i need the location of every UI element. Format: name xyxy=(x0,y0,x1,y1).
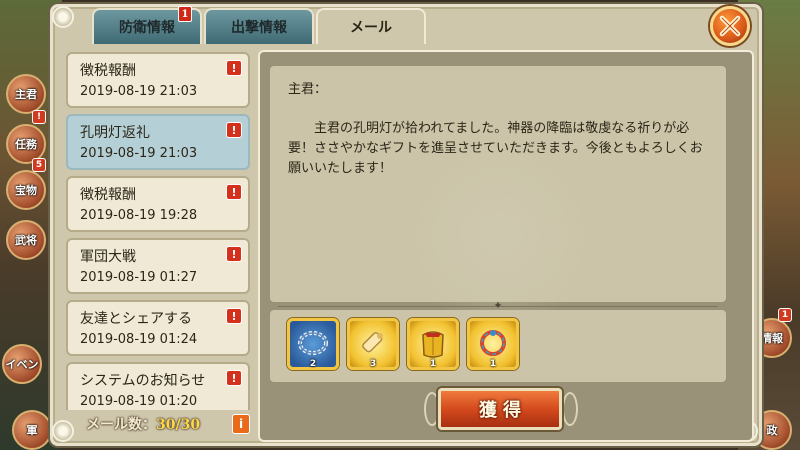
mail-date: 2019-08-19 21:03 xyxy=(80,84,198,99)
chain-ring-icon xyxy=(294,325,332,361)
mail-title: 軍団大戦 xyxy=(80,249,136,265)
unread-icon: ! xyxy=(226,370,242,386)
claim-button-ornament xyxy=(562,392,578,426)
list-item[interactable]: 孔明灯返礼 2019-08-19 21:03 ! xyxy=(66,114,250,170)
letter-salutation: 主君： xyxy=(288,82,328,97)
mail-date: 2019-08-19 01:20 xyxy=(80,394,198,409)
frame-corner-ornament xyxy=(52,420,74,442)
list-item[interactable]: 徴税報酬 2019-08-19 21:03 ! xyxy=(66,52,250,108)
frame-corner-ornament xyxy=(52,6,74,28)
tab-defense-info[interactable]: 防衛情報 1 xyxy=(92,6,202,44)
mail-title: 徴税報酬 xyxy=(80,187,136,203)
reward-quantity: 3 xyxy=(369,359,377,369)
list-item[interactable]: 軍団大戦 2019-08-19 01:27 ! xyxy=(66,238,250,294)
scroll-icon xyxy=(354,325,392,361)
side-button-event[interactable]: イベン xyxy=(2,344,42,384)
side-badge-info: 1 xyxy=(778,308,792,322)
mail-title: システムのお知らせ xyxy=(80,373,206,389)
mail-title: 徴税報酬 xyxy=(80,63,136,79)
reward-quantity: 1 xyxy=(429,359,437,369)
reward-quantity: 2 xyxy=(309,359,317,369)
side-button-general[interactable]: 武将 xyxy=(6,220,46,260)
letter-body: 主君： 主君の孔明灯が拾われてました。神器の降臨は敬虔なる祈りが必要！ささやかな… xyxy=(270,66,726,302)
mail-count: メール数：30/30 xyxy=(86,414,200,434)
unread-icon: ! xyxy=(226,184,242,200)
unread-icon: ! xyxy=(226,308,242,324)
mail-count-value: 30/30 xyxy=(156,417,201,433)
unread-icon: ! xyxy=(226,246,242,262)
side-badge-quest: ! xyxy=(32,110,46,124)
mail-title: 孔明灯返礼 xyxy=(80,125,150,141)
unread-icon: ! xyxy=(226,60,242,76)
info-button[interactable]: i xyxy=(232,414,250,434)
claim-button[interactable]: 獲得 xyxy=(438,388,562,430)
tab-sortie-info[interactable]: 出撃情報 xyxy=(204,8,314,44)
reward-item[interactable]: 1 xyxy=(407,318,459,370)
unread-icon: ! xyxy=(226,122,242,138)
mail-count-label: メール数： xyxy=(86,417,156,433)
mail-date: 2019-08-19 19:28 xyxy=(80,208,198,223)
side-button-treasure[interactable]: 宝物 xyxy=(6,170,46,210)
golden-armor-icon xyxy=(414,325,452,361)
reward-item[interactable]: 1 xyxy=(467,318,519,370)
list-item[interactable]: 徴税報酬 2019-08-19 19:28 ! xyxy=(66,176,250,232)
mail-date: 2019-08-19 01:27 xyxy=(80,270,198,285)
letter-text: 主君の孔明灯が拾われてました。神器の降臨は敬虔なる祈りが必要！ささやかなギフトを… xyxy=(288,121,703,176)
close-button[interactable] xyxy=(710,6,750,46)
side-button-lord[interactable]: 主君 xyxy=(6,74,46,114)
close-icon xyxy=(719,15,741,37)
mail-list[interactable]: 徴税報酬 2019-08-19 21:03 ! 孔明灯返礼 2019-08-19… xyxy=(62,48,252,410)
reward-item[interactable]: 3 xyxy=(347,318,399,370)
tab-badge: 1 xyxy=(178,6,192,22)
reward-quantity: 1 xyxy=(489,359,497,369)
jade-ring-icon xyxy=(474,325,512,361)
list-item[interactable]: システムのお知らせ 2019-08-19 01:20 ! xyxy=(66,362,250,410)
mail-date: 2019-08-19 01:24 xyxy=(80,332,198,347)
mail-title: 友達とシェアする xyxy=(80,311,192,327)
list-item[interactable]: 友達とシェアする 2019-08-19 01:24 ! xyxy=(66,300,250,356)
reward-item[interactable]: 2 xyxy=(287,318,339,370)
side-button-army[interactable]: 軍 xyxy=(12,410,52,450)
side-badge-treasure: 5 xyxy=(32,158,46,172)
mail-date: 2019-08-19 21:03 xyxy=(80,146,198,161)
tab-mail[interactable]: メール xyxy=(316,8,426,44)
